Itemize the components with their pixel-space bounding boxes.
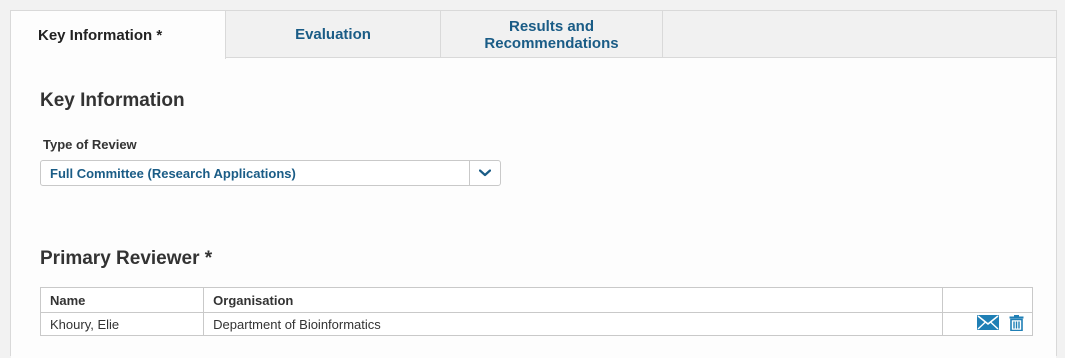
trash-icon[interactable] xyxy=(1009,314,1024,334)
tab-results-and-recommendations[interactable]: Results and Recommendations xyxy=(441,11,663,58)
email-icon[interactable] xyxy=(977,315,1000,333)
tab-evaluation[interactable]: Evaluation xyxy=(226,11,441,58)
primary-reviewer-table: Name Organisation Khoury, Elie Departmen… xyxy=(39,287,1034,336)
tab-results-label: Results and Recommendations xyxy=(484,17,619,52)
review-type-value: Full Committee (Research Applications) xyxy=(50,166,296,181)
column-header-name[interactable]: Name xyxy=(39,287,205,313)
column-header-actions xyxy=(941,287,1034,313)
section-title: Key Information xyxy=(40,90,185,111)
primary-reviewer-title: Primary Reviewer * xyxy=(40,248,213,269)
column-header-organisation[interactable]: Organisation xyxy=(203,287,943,313)
review-panel: Key Information * Evaluation Results and… xyxy=(10,10,1057,358)
review-type-select[interactable]: Full Committee (Research Applications) xyxy=(40,160,501,186)
tab-bar: Key Information * Evaluation Results and… xyxy=(11,11,1056,59)
table-row: Khoury, Elie Department of Bioinformatic… xyxy=(39,312,1034,336)
reviewer-organisation: Department of Bioinformatics xyxy=(203,312,943,336)
row-actions xyxy=(941,312,1034,336)
tab-key-information[interactable]: Key Information * xyxy=(11,11,226,59)
tab-content: Key Information Type of Review Full Comm… xyxy=(11,58,1056,358)
reviewer-name: Khoury, Elie xyxy=(39,312,205,336)
table-header-row: Name Organisation xyxy=(39,287,1034,313)
review-type-label: Type of Review xyxy=(43,137,137,152)
chevron-down-icon[interactable] xyxy=(469,161,500,185)
